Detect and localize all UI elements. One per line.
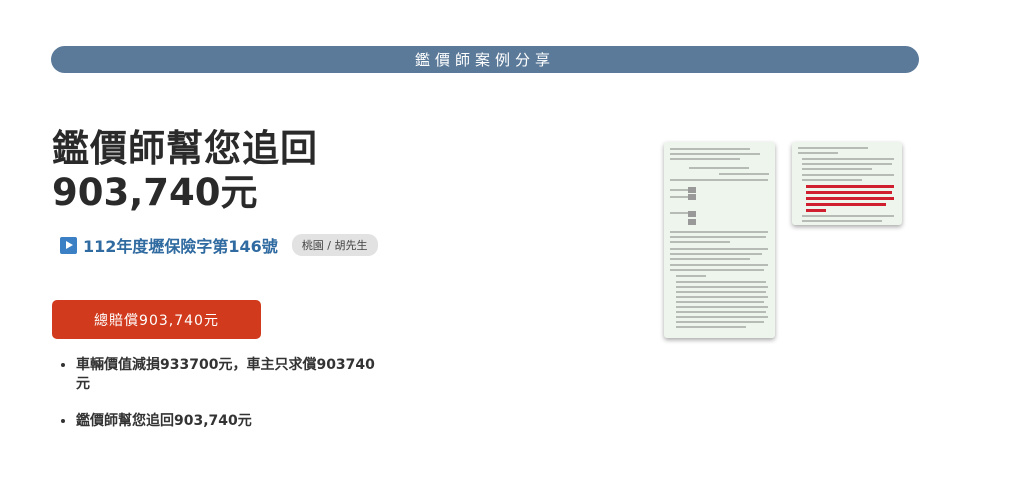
hero-title: 鑑價師幫您追回 [52, 127, 318, 170]
case-number[interactable]: 112年度壢保險字第146號 [83, 233, 278, 257]
client-badge: 桃園 / 胡先生 [291, 234, 378, 256]
case-points: 車輛價值減損933700元，車主只求償903740元 鑑價師幫您追回903,74… [58, 356, 376, 449]
total-compensation-button[interactable]: 總賠償903,740元 [52, 300, 261, 339]
section-banner: 鑑價師案例分享 [51, 46, 919, 73]
play-icon [60, 236, 77, 254]
judgment-document-page-1[interactable] [664, 142, 775, 338]
case-info: 112年度壢保險字第146號 桃園 / 胡先生 [60, 233, 378, 257]
judgment-document-page-2[interactable] [792, 142, 902, 225]
list-item: 車輛價值減損933700元，車主只求償903740元 [76, 356, 376, 394]
list-item: 鑑價師幫您追回903,740元 [76, 412, 376, 431]
hero-amount: 903,740元 [52, 171, 258, 214]
